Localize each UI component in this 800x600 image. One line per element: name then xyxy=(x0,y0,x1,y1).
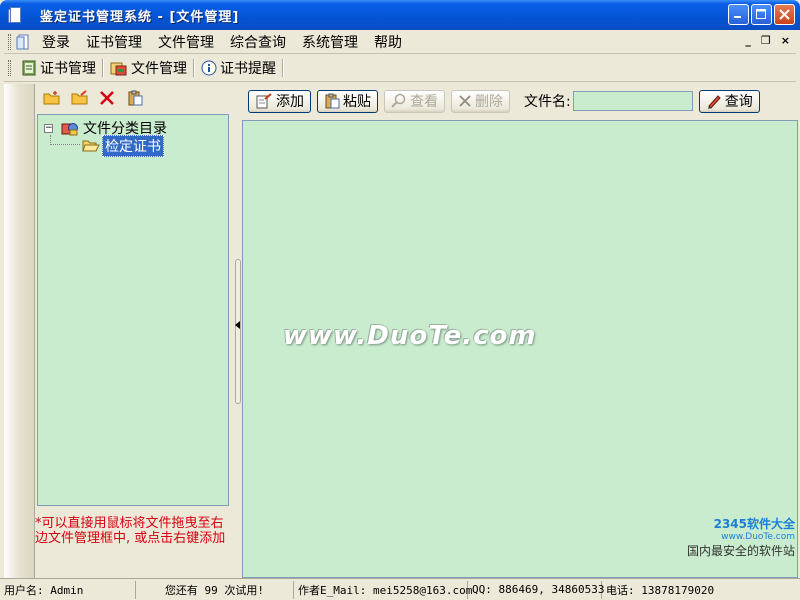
left-frame-strip xyxy=(4,84,34,578)
edit-folder-icon xyxy=(71,90,88,105)
corner-logo-tagline: 国内最安全的软件站 xyxy=(686,544,795,558)
main-toolbar: 证书管理 文件管理 证书提醒 xyxy=(4,55,796,82)
view-file-button[interactable]: 查看 xyxy=(384,89,445,113)
delete-x-icon xyxy=(100,91,114,105)
mdi-close-button[interactable]: × xyxy=(781,34,790,47)
maximize-button[interactable] xyxy=(751,4,772,25)
corner-logo: 2345软件大全 www.DuoTe.com 国内最安全的软件站 xyxy=(687,515,795,559)
file-panel: 添加 粘贴 查看 删除 文件名: 查询 www.DuoTe.com 2345软件… xyxy=(242,84,798,578)
tree-item-label: 检定证书 xyxy=(102,135,164,157)
watermark-text: www.DuoTe.com xyxy=(283,321,537,351)
info-icon xyxy=(201,60,217,76)
menu-certificate-management[interactable]: 证书管理 xyxy=(78,32,150,52)
toolbar-grip[interactable] xyxy=(8,60,11,76)
status-trial: 您还有 99 次试用! xyxy=(136,580,294,599)
clipboard-icon xyxy=(128,90,143,106)
menu-login[interactable]: 登录 xyxy=(34,32,78,52)
toolbar-separator xyxy=(282,59,284,77)
tree-item-calibration-certificate[interactable]: 检定证书 xyxy=(82,135,164,157)
add-file-button[interactable]: 添加 xyxy=(248,89,311,113)
drag-hint-text: *可以直接用鼠标将文件拖曳至右边文件管理框中, 或点击右键添加 xyxy=(35,516,226,546)
toolbar-certificate-reminder-button[interactable]: 证书提醒 xyxy=(196,56,281,80)
menu-file-management[interactable]: 文件管理 xyxy=(150,32,222,52)
paste-file-button[interactable]: 粘贴 xyxy=(317,89,378,113)
panel-splitter[interactable] xyxy=(234,84,242,578)
filename-input[interactable] xyxy=(572,91,693,111)
app-book-icon xyxy=(8,6,24,24)
paste-folder-button[interactable] xyxy=(127,90,145,106)
minimize-button[interactable] xyxy=(728,4,749,25)
status-phone: 电话: 13878179020 xyxy=(606,583,715,597)
toolbar-certificate-management-button[interactable]: 证书管理 xyxy=(16,56,101,80)
paste-icon xyxy=(325,93,340,109)
pen-search-icon xyxy=(707,95,721,109)
menu-bar: 登录 证书管理 文件管理 综合查询 系统管理 帮助 _ ❐ × xyxy=(4,30,796,54)
open-folder-icon xyxy=(82,140,100,152)
status-bar: 用户名: Admin 您还有 99 次试用! 作者E_Mail: mei5258… xyxy=(0,578,800,600)
tree-connector xyxy=(50,144,80,145)
toolbar-file-management-button[interactable]: 文件管理 xyxy=(105,56,192,80)
menu-grip[interactable] xyxy=(8,33,11,50)
magnifier-icon xyxy=(391,93,406,108)
file-list-area[interactable]: www.DuoTe.com 2345软件大全 www.DuoTe.com 国内最… xyxy=(242,120,798,578)
delete-folder-button[interactable] xyxy=(99,90,117,106)
close-button[interactable] xyxy=(774,4,795,25)
corner-logo-url: www.DuoTe.com xyxy=(721,532,795,542)
minimize-icon xyxy=(734,16,741,18)
menu-system-management[interactable]: 系统管理 xyxy=(294,32,366,52)
delete-x-icon xyxy=(459,95,471,107)
window-title: 鉴定证书管理系统 - [文件管理] xyxy=(40,9,240,25)
menu-help[interactable]: 帮助 xyxy=(366,32,410,52)
maximize-icon xyxy=(756,9,766,19)
new-folder-button[interactable] xyxy=(43,90,61,106)
rename-folder-button[interactable] xyxy=(71,90,89,106)
file-toolbar: 添加 粘贴 查看 删除 文件名: 查询 xyxy=(242,84,798,118)
file-cabinet-icon xyxy=(110,62,127,76)
certificate-book-icon xyxy=(22,60,36,76)
collapse-left-arrow-icon[interactable] xyxy=(235,321,241,329)
menu-comprehensive-query[interactable]: 综合查询 xyxy=(222,32,294,52)
folder-tree-icon xyxy=(61,123,78,136)
status-email: 作者E_Mail: mei5258@163.com xyxy=(294,580,472,599)
status-qq: QQ: 886469, 34860533 xyxy=(468,580,604,599)
toolbar-separator xyxy=(102,59,104,77)
mdi-restore-button[interactable]: ❐ xyxy=(761,34,771,47)
add-file-icon xyxy=(256,93,272,109)
status-user: 用户名: Admin xyxy=(0,580,136,599)
close-icon xyxy=(779,9,790,20)
query-button[interactable]: 查询 xyxy=(698,89,760,113)
filename-label: 文件名: xyxy=(524,94,571,110)
splitter-handle[interactable] xyxy=(235,259,241,404)
toolbar-separator xyxy=(193,59,195,77)
mdi-minimize-button[interactable]: _ xyxy=(745,34,751,47)
title-bar[interactable]: 鉴定证书管理系统 - [文件管理] xyxy=(0,0,800,30)
category-panel: − 文件分类目录 检定证书 *可以直接用鼠标将文件拖曳至右边文件管理框中, 或点… xyxy=(34,84,234,578)
delete-file-button[interactable]: 删除 xyxy=(451,89,510,113)
category-tree[interactable]: − 文件分类目录 检定证书 xyxy=(37,114,229,506)
tree-collapse-toggle[interactable]: − xyxy=(44,123,53,133)
app-book-icon xyxy=(16,34,29,49)
new-folder-icon xyxy=(43,91,60,105)
corner-logo-brand: 2345软件大全 xyxy=(713,517,795,531)
